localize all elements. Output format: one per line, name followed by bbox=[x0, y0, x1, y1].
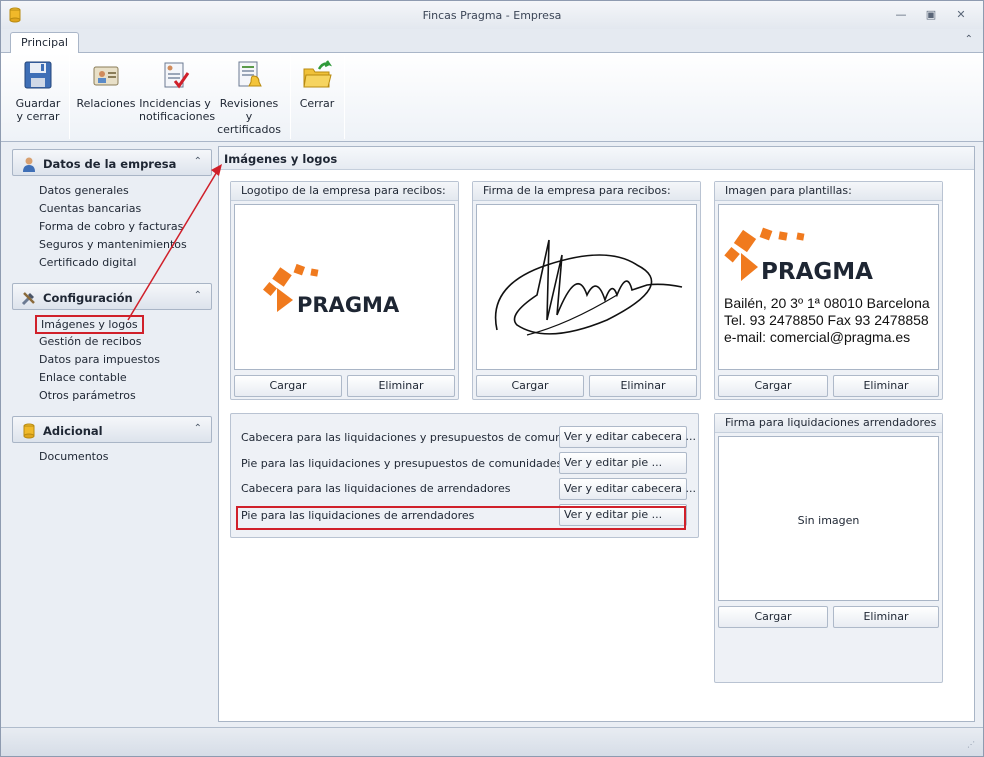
status-bar: ⋰ bbox=[1, 727, 983, 756]
sidebar-item-gestion-recibos[interactable]: Gestión de recibos bbox=[39, 335, 141, 348]
settlement-label: Cabecera para las liquidaciones de arren… bbox=[241, 482, 511, 495]
signature-load-button[interactable]: Cargar bbox=[476, 375, 584, 397]
logo-box-title: Logotipo de la empresa para recibos: bbox=[231, 182, 458, 201]
images-logos-panel: Imágenes y logos Logotipo de la empresa … bbox=[218, 146, 975, 722]
edit-header-communities-button[interactable]: Ver y editar cabecera ... bbox=[559, 426, 696, 448]
group-title: Datos de la empresa bbox=[43, 157, 177, 171]
incidents-label: Incidencias y notificaciones bbox=[139, 97, 216, 123]
tools-icon bbox=[21, 292, 35, 306]
incidents-button[interactable]: Incidencias y notificaciones bbox=[139, 59, 215, 123]
app-window: Fincas Pragma - Empresa — ▣ ✕ Principal … bbox=[0, 0, 984, 757]
signature-delete-button[interactable]: Eliminar bbox=[589, 375, 697, 397]
user-icon bbox=[23, 157, 35, 172]
edit-footer-communities-button[interactable]: Ver y editar pie ... bbox=[559, 452, 687, 474]
group-datos-empresa[interactable]: Datos de la empresa ⌃ bbox=[12, 149, 212, 176]
folder-arrow-icon bbox=[303, 60, 333, 88]
sidebar-item-imagenes-logos[interactable]: Imágenes y logos bbox=[35, 315, 144, 334]
relations-button[interactable]: Relaciones bbox=[76, 59, 136, 110]
page-title: Imágenes y logos bbox=[224, 152, 338, 166]
logo-wordmark: PRAGMA bbox=[761, 259, 873, 285]
ribbon-separator bbox=[69, 55, 70, 139]
save-and-close-button[interactable]: Guardar y cerrar bbox=[12, 59, 64, 123]
database-icon bbox=[23, 423, 35, 439]
sidebar-item-datos-impuestos[interactable]: Datos para impuestos bbox=[39, 353, 160, 366]
logo-delete-button[interactable]: Eliminar bbox=[347, 375, 455, 397]
lease-delete-button[interactable]: Eliminar bbox=[833, 606, 939, 628]
signature-box-title: Firma de la empresa para recibos: bbox=[473, 182, 700, 201]
close-button[interactable]: Cerrar bbox=[297, 59, 337, 110]
sidebar-item-seguros[interactable]: Seguros y mantenimientos bbox=[39, 238, 187, 251]
ribbon-separator bbox=[290, 55, 291, 139]
sidebar-item-enlace-contable[interactable]: Enlace contable bbox=[39, 371, 127, 384]
lease-load-button[interactable]: Cargar bbox=[718, 606, 828, 628]
handwritten-signature bbox=[494, 239, 683, 336]
highlight-box bbox=[236, 506, 686, 530]
group-title: Configuración bbox=[43, 291, 133, 305]
logo-wordmark: PRAGMA bbox=[297, 293, 400, 317]
sidebar-item-otros-parametros[interactable]: Otros parámetros bbox=[39, 389, 136, 402]
tab-principal[interactable]: Principal bbox=[10, 32, 79, 54]
ribbon: Guardar y cerrar Relaciones Incidencias … bbox=[1, 53, 983, 142]
sidebar-item-documentos[interactable]: Documentos bbox=[39, 450, 108, 463]
logo-box: Logotipo de la empresa para recibos: PRA… bbox=[230, 181, 459, 400]
chevron-up-icon[interactable]: ⌃ bbox=[194, 156, 202, 167]
close-icon[interactable]: ✕ bbox=[954, 8, 968, 21]
chevron-up-icon[interactable]: ⌃ bbox=[194, 290, 202, 301]
logo-image[interactable]: PRAGMA bbox=[234, 204, 455, 370]
sidebar: Datos de la empresa ⌃ Datos generales Cu… bbox=[12, 147, 214, 727]
template-delete-button[interactable]: Eliminar bbox=[833, 375, 939, 397]
lease-signature-title: Firma para liquidaciones arrendadores bbox=[715, 414, 942, 433]
close-label: Cerrar bbox=[299, 97, 335, 110]
restore-icon[interactable]: ▣ bbox=[924, 8, 938, 21]
floppy-disk-icon bbox=[24, 61, 52, 89]
sidebar-item-datos-generales[interactable]: Datos generales bbox=[39, 184, 129, 197]
sidebar-item-forma-cobro[interactable]: Forma de cobro y facturas bbox=[39, 220, 183, 233]
template-email: e-mail: comercial@pragma.es bbox=[724, 329, 911, 345]
lease-signature-image[interactable]: Sin imagen bbox=[718, 436, 939, 601]
pragma-logo: PRAGMA bbox=[263, 263, 400, 317]
relations-label: Relaciones bbox=[76, 97, 136, 110]
settlements-box: Cabecera para las liquidaciones y presup… bbox=[230, 413, 699, 538]
group-adicional[interactable]: Adicional ⌃ bbox=[12, 416, 212, 443]
sidebar-item-cuentas-bancarias[interactable]: Cuentas bancarias bbox=[39, 202, 141, 215]
chevron-up-icon[interactable]: ⌃ bbox=[194, 423, 202, 434]
edit-header-landlords-button[interactable]: Ver y editar cabecera ... bbox=[559, 478, 696, 500]
template-phone: Tel. 93 2478850 Fax 93 2478858 bbox=[724, 312, 929, 328]
ribbon-separator bbox=[344, 55, 345, 139]
title-bar[interactable]: Fincas Pragma - Empresa — ▣ ✕ bbox=[1, 1, 983, 29]
template-image-box: Imagen para plantillas: PRAGMA Bailén, 2… bbox=[714, 181, 943, 400]
pragma-logo: PRAGMA bbox=[724, 227, 873, 285]
signature-image[interactable] bbox=[476, 204, 697, 370]
revisions-label: Revisiones y certificados bbox=[217, 97, 281, 136]
revisions-button[interactable]: Revisiones y certificados bbox=[215, 59, 283, 136]
settlement-label: Pie para las liquidaciones y presupuesto… bbox=[241, 457, 563, 470]
template-box-title: Imagen para plantillas: bbox=[715, 182, 942, 201]
signature-box: Firma de la empresa para recibos: Cargar… bbox=[472, 181, 701, 400]
minimize-icon[interactable]: — bbox=[894, 8, 908, 21]
group-configuracion[interactable]: Configuración ⌃ bbox=[12, 283, 212, 310]
logo-load-button[interactable]: Cargar bbox=[234, 375, 342, 397]
checklist-icon bbox=[164, 62, 190, 89]
sidebar-item-certificado[interactable]: Certificado digital bbox=[39, 256, 136, 269]
group-title: Adicional bbox=[43, 424, 103, 438]
template-address: Bailén, 20 3º 1ª 08010 Barcelona bbox=[724, 295, 930, 311]
collapse-ribbon-icon[interactable]: ⌃ bbox=[965, 34, 973, 45]
document-bell-icon bbox=[238, 61, 262, 87]
template-image[interactable]: PRAGMA Bailén, 20 3º 1ª 08010 Barcelona … bbox=[718, 204, 939, 370]
save-and-close-label: Guardar y cerrar bbox=[15, 97, 61, 123]
template-load-button[interactable]: Cargar bbox=[718, 375, 828, 397]
empty-image-label: Sin imagen bbox=[797, 514, 860, 527]
settlement-label: Cabecera para las liquidaciones y presup… bbox=[241, 431, 599, 444]
resize-grip-icon[interactable]: ⋰ bbox=[967, 740, 977, 750]
contact-card-icon bbox=[93, 66, 119, 86]
panel-header: Imágenes y logos bbox=[219, 147, 974, 170]
lease-signature-box: Firma para liquidaciones arrendadores Si… bbox=[714, 413, 943, 683]
ribbon-tab-strip: Principal ⌃ bbox=[1, 29, 983, 54]
window-title: Fincas Pragma - Empresa bbox=[422, 9, 562, 22]
